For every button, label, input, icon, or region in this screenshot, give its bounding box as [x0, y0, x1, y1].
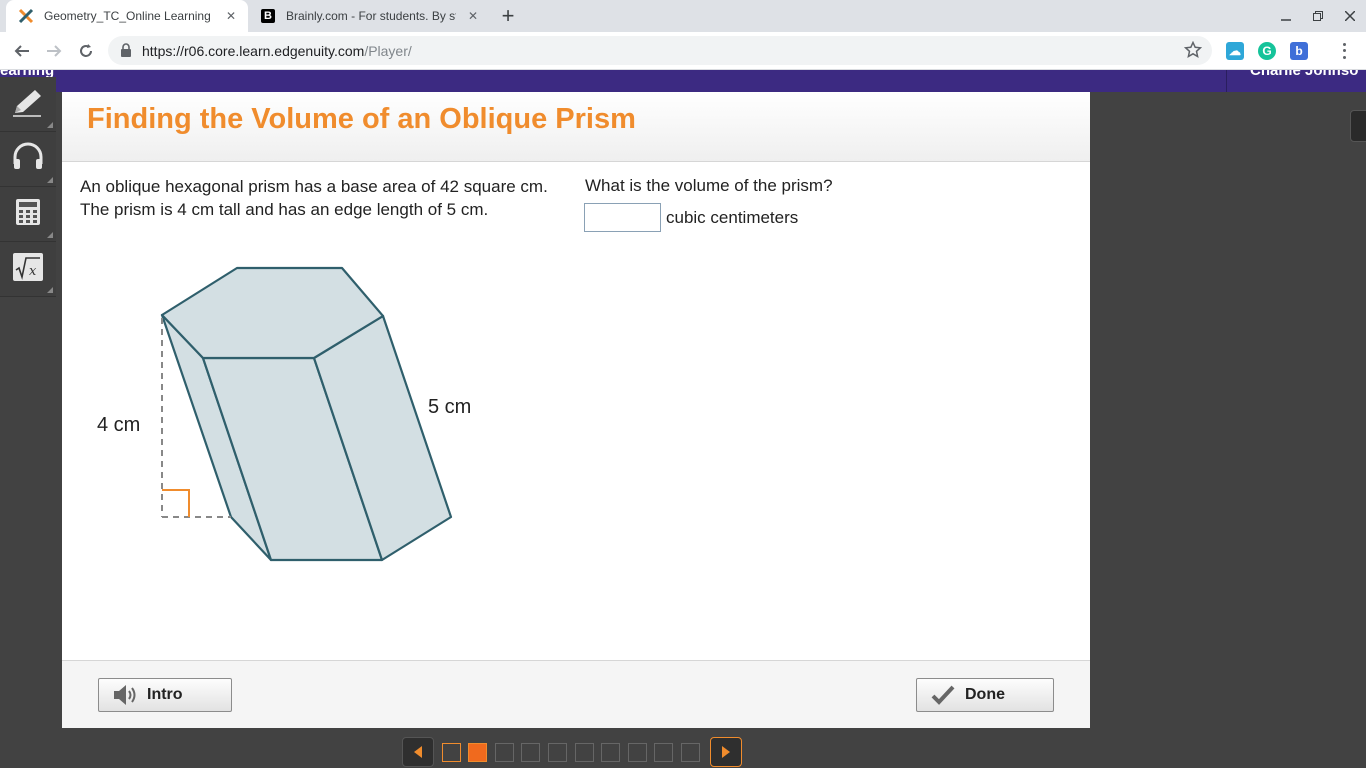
pager-box-6[interactable]: [574, 742, 594, 762]
tool-corner-indicator: [47, 232, 53, 238]
new-tab-button[interactable]: +: [496, 3, 520, 28]
pager-boxes: [434, 742, 700, 762]
question-text: What is the volume of the prism?: [585, 176, 833, 195]
calculator-tool-button[interactable]: [0, 187, 56, 242]
pager-box-7[interactable]: [601, 742, 621, 762]
checkmark-icon: [929, 681, 957, 709]
pager-box-4[interactable]: [521, 742, 541, 762]
done-label: Done: [965, 686, 1005, 703]
close-tab-icon[interactable]: ✕: [464, 7, 482, 25]
page-title: Finding the Volume of an Oblique Prism: [87, 103, 636, 135]
forward-arrow-icon[interactable]: [40, 37, 68, 65]
url-text: https://r06.core.learn.edgenuity.com/Pla…: [142, 43, 412, 59]
browser-tab-brainly[interactable]: B Brainly.com - For students. By st ✕: [248, 0, 490, 32]
answer-row: cubic centimeters: [584, 203, 798, 232]
edge-length-label: 5 cm: [428, 396, 471, 418]
brainly-b-icon: B: [260, 8, 276, 24]
height-label: 4 cm: [97, 414, 140, 436]
formula-icon: x: [12, 252, 44, 287]
pager-box-10[interactable]: [680, 742, 700, 762]
grammarly-icon[interactable]: G: [1258, 42, 1276, 60]
tool-corner-indicator: [47, 122, 53, 128]
activity-pager: [402, 736, 742, 768]
pager-box-3[interactable]: [494, 742, 514, 762]
pager-box-1[interactable]: [441, 742, 461, 762]
browser-menu-icon[interactable]: [1336, 41, 1352, 61]
edgenuity-x-icon: [18, 8, 34, 24]
reload-icon[interactable]: [72, 37, 100, 65]
brainly-ext-icon[interactable]: b: [1290, 42, 1308, 60]
cloud-ext-icon[interactable]: ☁: [1226, 42, 1244, 60]
lesson-footer: Intro Done: [62, 660, 1090, 728]
course-topbar: earning Charlie Johnso: [0, 70, 1366, 92]
pager-box-2[interactable]: [468, 742, 488, 762]
side-panel-handle[interactable]: [1350, 110, 1366, 142]
problem-text: An oblique hexagonal prism has a base ar…: [80, 177, 548, 219]
close-window-button[interactable]: [1334, 0, 1366, 32]
volume-answer-input[interactable]: [584, 203, 661, 232]
address-bar[interactable]: https://r06.core.learn.edgenuity.com/Pla…: [108, 36, 1212, 65]
tool-corner-indicator: [47, 287, 53, 293]
formula-tool-button[interactable]: x: [0, 242, 56, 297]
tools-sidebar: x: [0, 77, 56, 297]
back-arrow-icon[interactable]: [8, 37, 36, 65]
headphones-icon: [11, 142, 45, 177]
unit-label: cubic centimeters: [666, 207, 799, 227]
next-arrow-icon: [721, 746, 730, 758]
oblique-prism-figure: 4 cm 5 cm: [97, 266, 471, 562]
browser-tab-title: Geometry_TC_Online Learning - E: [44, 9, 214, 23]
pencil-tool-button[interactable]: [0, 77, 56, 132]
close-tab-icon[interactable]: ✕: [222, 7, 240, 25]
lesson-header: Finding the Volume of an Oblique Prism: [62, 92, 1090, 162]
audio-tool-button[interactable]: [0, 132, 56, 187]
previous-arrow-icon: [414, 746, 422, 758]
intro-button[interactable]: Intro: [98, 678, 232, 712]
pager-box-9[interactable]: [654, 742, 674, 762]
svg-text:x: x: [29, 264, 37, 279]
browser-tab-geometry[interactable]: Geometry_TC_Online Learning - E ✕: [6, 0, 248, 32]
next-button[interactable]: [709, 737, 742, 767]
intro-label: Intro: [147, 686, 183, 703]
lesson-card: Finding the Volume of an Oblique Prism A…: [62, 92, 1090, 728]
browser-tabstrip: Geometry_TC_Online Learning - E ✕ B Brai…: [0, 0, 1366, 32]
browser-tab-title: Brainly.com - For students. By st: [286, 9, 456, 23]
done-button[interactable]: Done: [916, 678, 1054, 712]
browser-toolbar: https://r06.core.learn.edgenuity.com/Pla…: [0, 32, 1366, 70]
prism-faces: [160, 266, 453, 562]
restore-button[interactable]: [1302, 0, 1334, 32]
pager-box-8[interactable]: [627, 742, 647, 762]
lock-icon: [120, 43, 132, 62]
tool-corner-indicator: [47, 177, 53, 183]
pencil-icon: [11, 87, 45, 122]
topbar-divider: [1226, 70, 1227, 92]
bookmark-star-icon[interactable]: [1183, 40, 1203, 64]
user-name-text[interactable]: Charlie Johnso: [1250, 70, 1358, 79]
minimize-button[interactable]: [1270, 0, 1302, 32]
pager-box-5[interactable]: [547, 742, 567, 762]
speaker-icon: [111, 681, 139, 709]
previous-button[interactable]: [402, 737, 434, 767]
calculator-icon: [13, 197, 43, 232]
right-angle-marker: [162, 489, 190, 517]
